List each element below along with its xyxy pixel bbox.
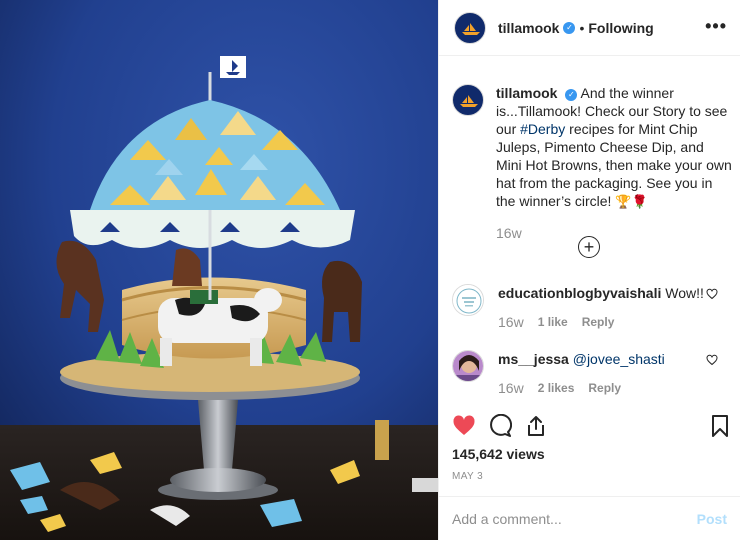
comment-text: ms__jessa @jovee_shasti	[498, 350, 732, 368]
verified-badge-icon: ✓	[563, 21, 576, 34]
caption-username[interactable]: tillamook	[496, 85, 557, 101]
comment-bubble-icon[interactable]	[488, 414, 512, 438]
comment-item: ms__jessa @jovee_shasti 16w 2 likes Repl…	[452, 350, 732, 396]
caption-avatar[interactable]	[452, 84, 484, 116]
add-comment-input[interactable]: Add a comment...	[452, 511, 562, 527]
following-button[interactable]: Following	[588, 20, 653, 36]
post-media-image[interactable]	[0, 0, 438, 540]
caption-emojis: 🏆🌹	[615, 194, 648, 209]
mention-link[interactable]: @jovee_shasti	[573, 351, 665, 367]
derby-hat-photo	[0, 0, 438, 540]
hashtag-link[interactable]: #Derby	[520, 121, 565, 137]
caption-time[interactable]: 16w	[496, 225, 732, 241]
comment-likes[interactable]: 2 likes	[538, 381, 575, 395]
comment-item: educationblogbyvaishali Wow!! 16w 1 like…	[452, 284, 732, 330]
load-more-comments-icon[interactable]: +	[578, 236, 600, 258]
tillamook-logo-icon	[460, 95, 478, 107]
post-actions-bar	[452, 414, 734, 444]
user-photo-avatar	[453, 351, 483, 381]
blog-logo-avatar	[453, 285, 483, 315]
comment-meta: 16w 1 like Reply	[498, 314, 732, 330]
share-icon[interactable]	[524, 414, 548, 438]
comment-body: Wow!!	[665, 285, 704, 301]
verified-badge-icon: ✓	[565, 89, 578, 101]
like-heart-icon[interactable]	[452, 414, 476, 438]
caption-text: tillamook ✓ And the winner is...Tillamoo…	[496, 84, 732, 211]
comment-text: educationblogbyvaishali Wow!!	[498, 284, 732, 302]
post-comment-button[interactable]: Post	[697, 511, 727, 527]
like-comment-heart-icon[interactable]	[706, 288, 718, 300]
comment-username[interactable]: educationblogbyvaishali	[498, 285, 661, 301]
comment-meta: 16w 2 likes Reply	[498, 380, 732, 396]
separator-dot: •	[579, 19, 585, 36]
comment-likes[interactable]: 1 like	[538, 315, 568, 329]
add-comment-bar: Add a comment... Post	[438, 496, 740, 540]
post-date[interactable]: MAY 3	[452, 471, 483, 482]
comment-username[interactable]: ms__jessa	[498, 351, 569, 367]
comment-time[interactable]: 16w	[498, 380, 524, 396]
tillamook-logo-icon	[462, 22, 480, 35]
view-count[interactable]: 145,642 views	[452, 446, 545, 462]
reply-button[interactable]: Reply	[588, 381, 621, 395]
commenter-avatar[interactable]	[452, 284, 484, 316]
header-username[interactable]: tillamook	[498, 20, 559, 36]
save-bookmark-icon[interactable]	[708, 414, 732, 438]
more-options-icon[interactable]: •••	[705, 16, 727, 37]
like-comment-heart-icon[interactable]	[706, 354, 718, 366]
post-header: tillamook ✓ • Following •••	[439, 0, 740, 56]
commenter-avatar[interactable]	[452, 350, 484, 382]
comment-time[interactable]: 16w	[498, 314, 524, 330]
tillamook-avatar[interactable]	[454, 11, 486, 44]
instagram-post-modal: tillamook ✓ • Following ••• tillamook ✓ …	[0, 0, 740, 540]
reply-button[interactable]: Reply	[582, 315, 615, 329]
caption: tillamook ✓ And the winner is...Tillamoo…	[452, 84, 732, 241]
